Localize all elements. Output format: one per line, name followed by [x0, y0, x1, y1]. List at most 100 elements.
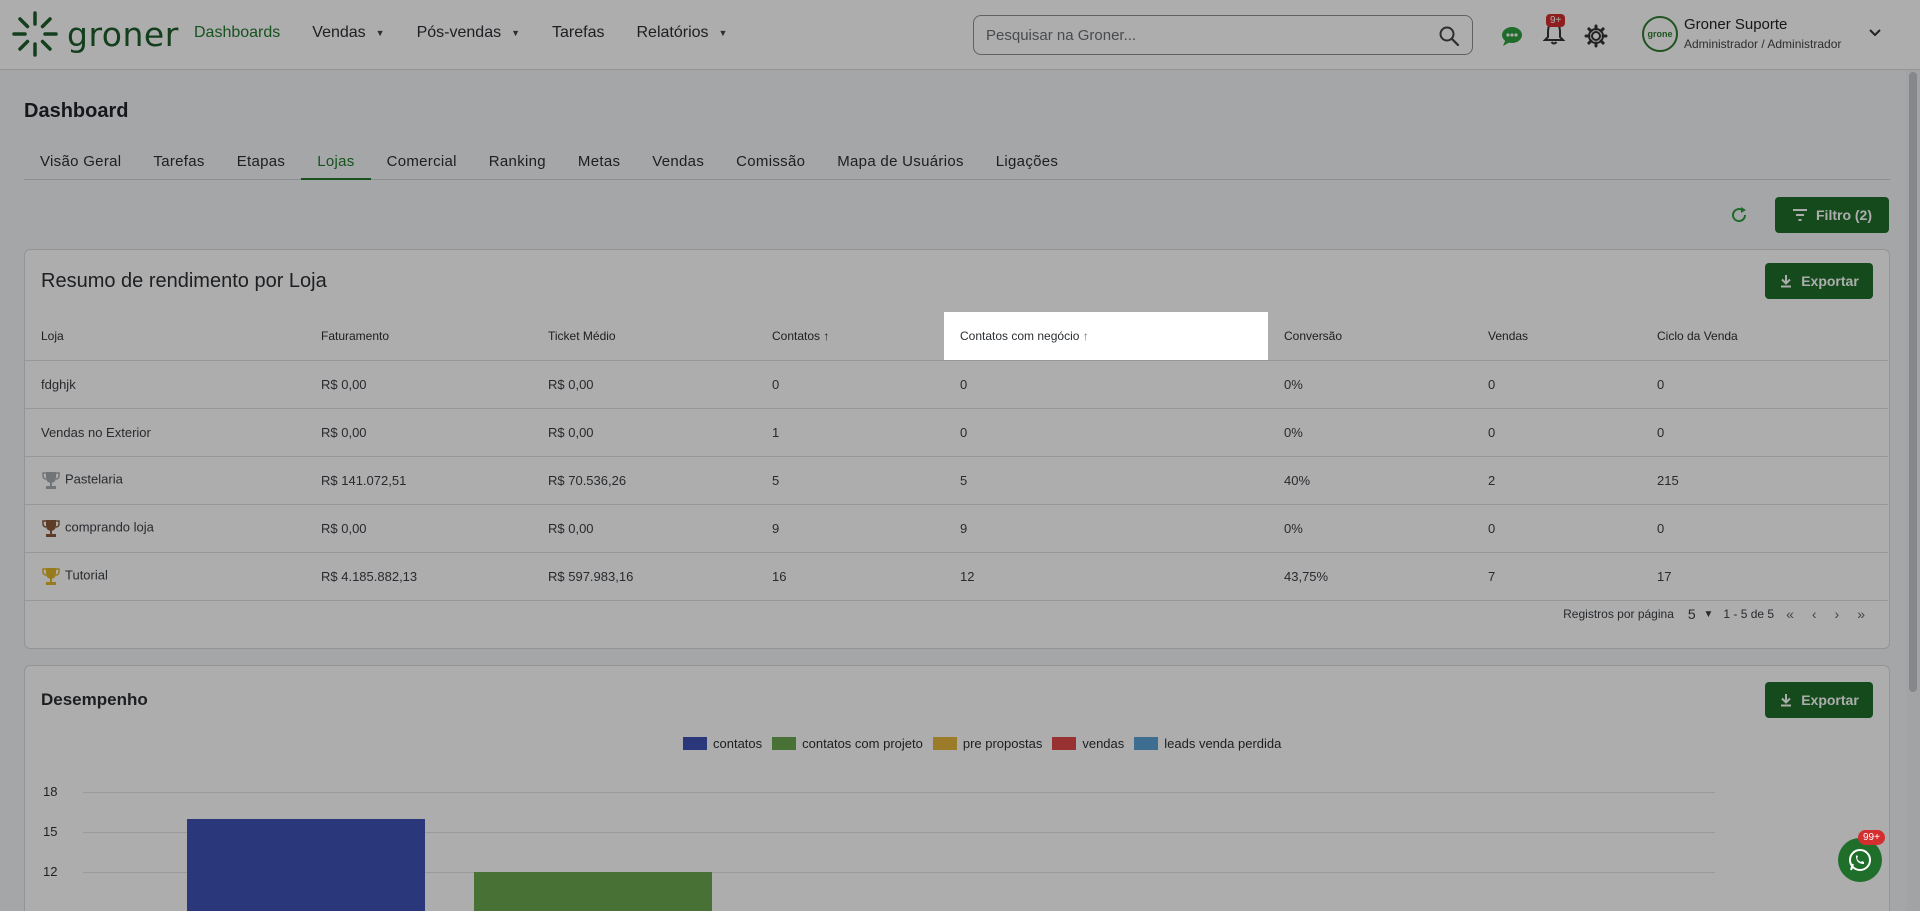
first-page-icon[interactable]: «: [1786, 606, 1794, 622]
summary-card: Resumo de rendimento por Loja Exportar L…: [24, 249, 1890, 649]
cell-vendas: 2: [1472, 456, 1641, 505]
table-row: Tutorial R$ 4.185.882,13 R$ 597.983,16 1…: [25, 552, 1888, 601]
cell-faturamento: R$ 141.072,51: [305, 456, 532, 505]
tab-visao-geral[interactable]: Visão Geral: [24, 150, 137, 180]
caret-down-icon: ▼: [718, 28, 728, 38]
cell-loja: Vendas no Exterior: [25, 408, 305, 457]
column-header-ticket-medio[interactable]: Ticket Médio: [532, 312, 756, 361]
legend-swatch: [772, 737, 797, 750]
legend-label: pre propostas: [962, 736, 1043, 751]
column-header-faturamento[interactable]: Faturamento: [305, 312, 532, 361]
tab-comercial[interactable]: Comercial: [371, 150, 473, 180]
cell-ciclo: 0: [1641, 360, 1888, 409]
export-button[interactable]: Exportar: [1765, 263, 1873, 299]
store-name: Pastelaria: [65, 471, 123, 487]
bar-contatos-com-projeto[interactable]: [474, 872, 712, 911]
refresh-icon[interactable]: [1729, 205, 1749, 225]
whatsapp-badge: 99+: [1858, 830, 1885, 845]
column-header-contatos[interactable]: Contatos ↑: [756, 312, 944, 361]
gridline: [83, 792, 1715, 793]
tab-ligacoes[interactable]: Ligações: [980, 150, 1074, 180]
last-page-icon[interactable]: »: [1857, 606, 1865, 622]
prev-page-icon[interactable]: ‹: [1812, 606, 1817, 622]
nav-label: Vendas: [312, 24, 366, 41]
caret-down-icon: ▼: [511, 28, 521, 38]
filter-button[interactable]: Filtro (2): [1775, 197, 1889, 233]
cell-contatos: 0: [756, 360, 944, 409]
cell-contatos-negocio: 12: [944, 552, 1268, 601]
nav-item-dashboards[interactable]: Dashboards: [194, 24, 280, 42]
tab-mapa-usuarios[interactable]: Mapa de Usuários: [821, 150, 980, 180]
table-row: Vendas no Exterior R$ 0,00 R$ 0,00 1 0 0…: [25, 408, 1888, 457]
caret-down-icon: ▼: [1703, 608, 1714, 620]
column-header-conversao[interactable]: Conversão: [1268, 312, 1472, 361]
cell-faturamento: R$ 0,00: [305, 504, 532, 553]
gear-icon[interactable]: [1584, 24, 1608, 48]
cell-conversao: 0%: [1268, 408, 1472, 457]
nav-item-tarefas[interactable]: Tarefas: [552, 24, 604, 42]
tab-vendas[interactable]: Vendas: [636, 150, 720, 180]
y-tick-label: 15: [43, 824, 58, 839]
legend-item[interactable]: contatos: [683, 736, 762, 751]
main-nav: Dashboards Vendas ▼ Pós-vendas ▼ Tarefas R…: [194, 24, 759, 42]
search-input[interactable]: [986, 26, 1426, 44]
tab-comissao[interactable]: Comissão: [720, 150, 821, 180]
bar-contatos[interactable]: [187, 818, 425, 911]
user-menu[interactable]: grone Groner Suporte Administrador / Adm…: [1642, 16, 1881, 52]
tab-lojas[interactable]: Lojas: [301, 150, 371, 180]
cell-conversao: 43,75%: [1268, 552, 1472, 601]
logo-text: groner: [67, 14, 179, 54]
chat-bubble-icon[interactable]: [1500, 24, 1524, 48]
next-page-icon[interactable]: ›: [1835, 606, 1840, 622]
export-label: Exportar: [1801, 692, 1859, 708]
cell-ticket: R$ 0,00: [532, 408, 756, 457]
cell-loja: comprando loja: [25, 504, 305, 553]
legend-item[interactable]: leads venda perdida: [1134, 736, 1281, 751]
filter-label: Filtro (2): [1816, 207, 1872, 223]
nav-item-vendas[interactable]: Vendas ▼: [312, 24, 384, 42]
scrollbar-thumb[interactable]: [1909, 72, 1917, 692]
chevron-down-icon[interactable]: [1866, 24, 1884, 42]
search-icon[interactable]: [1438, 25, 1460, 47]
column-header-loja[interactable]: Loja: [25, 312, 305, 361]
legend-item[interactable]: vendas: [1052, 736, 1124, 751]
cell-ciclo: 17: [1641, 552, 1888, 601]
export-label: Exportar: [1801, 273, 1859, 289]
column-header-contatos-com-negocio[interactable]: Contatos com negócio ↑: [944, 312, 1268, 361]
nav-label: Dashboards: [194, 24, 281, 41]
legend-item[interactable]: contatos com projeto: [772, 736, 923, 751]
export-button[interactable]: Exportar: [1765, 682, 1873, 718]
rows-per-page-select[interactable]: 5 ▼: [1688, 606, 1713, 622]
cell-vendas: 7: [1472, 552, 1641, 601]
tab-tarefas[interactable]: Tarefas: [137, 150, 220, 180]
legend-label: vendas: [1082, 736, 1125, 751]
tab-etapas[interactable]: Etapas: [221, 150, 302, 180]
table-row: Pastelaria R$ 141.072,51 R$ 70.536,26 5 …: [25, 456, 1888, 505]
pagination-range: 1 - 5 de 5: [1723, 607, 1775, 621]
pagination: Registros por página 5 ▼ 1 - 5 de 5 « ‹ …: [1563, 606, 1865, 622]
sort-up-icon: ↑: [823, 328, 830, 343]
cell-vendas: 0: [1472, 408, 1641, 457]
search-box: [973, 15, 1473, 55]
rows-per-page-value: 5: [1687, 606, 1696, 622]
cell-ciclo: 0: [1641, 504, 1888, 553]
nav-item-relatorios[interactable]: Relatórios ▼: [636, 24, 727, 42]
legend-label: leads venda perdida: [1164, 736, 1282, 751]
nav-item-pos-vendas[interactable]: Pós-vendas ▼: [417, 24, 520, 42]
notifications[interactable]: 9+: [1542, 14, 1566, 51]
trophy-silver-icon: [42, 472, 60, 489]
cell-conversao: 0%: [1268, 360, 1472, 409]
column-header-vendas[interactable]: Vendas: [1472, 312, 1641, 361]
column-header-label: Contatos: [772, 328, 821, 343]
groner-logo[interactable]: groner: [11, 10, 179, 58]
tab-metas[interactable]: Metas: [562, 150, 636, 180]
performance-card: Desempenho Exportar contatos contatos co…: [24, 665, 1890, 911]
cell-loja: Pastelaria: [25, 456, 305, 505]
notification-badge: 9+: [1546, 14, 1566, 27]
legend-item[interactable]: pre propostas: [932, 736, 1043, 751]
tab-ranking[interactable]: Ranking: [473, 150, 562, 180]
top-bar: groner Dashboards Vendas ▼ Pós-vendas ▼ Ta…: [0, 0, 1920, 70]
trophy-bronze-icon: [42, 520, 60, 537]
summary-table: Loja Faturamento Ticket Médio Contatos ↑…: [25, 312, 1888, 601]
column-header-ciclo-venda[interactable]: Ciclo da Venda: [1641, 312, 1888, 361]
